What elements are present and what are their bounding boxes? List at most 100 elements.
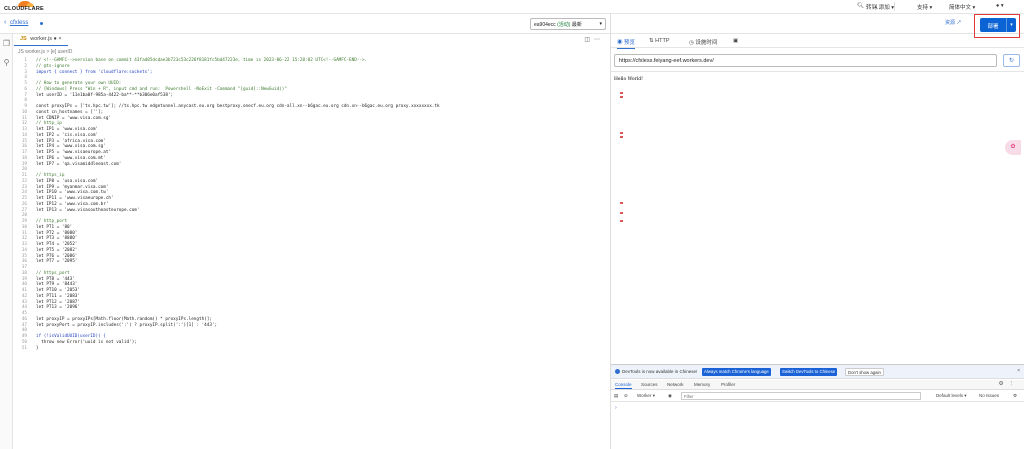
line-number: 51 — [21, 345, 27, 351]
code-text: // <!--GAMFC-->version base on commit 43… — [36, 58, 368, 63]
activity-bar: ❐ ⚲ — [0, 34, 13, 449]
code-text: let IP7 = 'qa.visamiddleeast.com' — [36, 161, 122, 167]
caret-down-icon: ▾ — [929, 5, 933, 11]
tab-preview[interactable]: ◉ 预览 — [617, 38, 636, 49]
code-text: // http_port — [36, 219, 68, 224]
dont-show-button[interactable]: Don't show again — [845, 368, 884, 376]
tab-schedule[interactable]: ◷ 设施时间 — [689, 38, 717, 46]
code-text: let PT8 = '443' — [36, 276, 75, 282]
language-menu[interactable]: 简体中文 ▾ — [949, 3, 975, 11]
version-select[interactable]: ea904ecc (活动) 最新 ▾ — [530, 18, 606, 30]
filter-input[interactable] — [681, 392, 921, 400]
eye-icon: ◉ — [617, 40, 623, 46]
language-notice: DevTools is now available in Chinese! Al… — [611, 365, 1024, 379]
support-menu[interactable]: 支持 ▾ — [917, 3, 932, 11]
terminal-icon[interactable]: ▣ — [733, 38, 738, 44]
clear-console-icon[interactable]: ⊘ — [624, 393, 628, 399]
resources-link[interactable]: 资源 ↗ — [945, 19, 961, 26]
caret-down-icon: ▾ — [891, 5, 895, 11]
close-icon[interactable]: × — [58, 36, 61, 42]
switch-chinese-button[interactable]: Switch DevTools to Chinese — [780, 368, 838, 376]
more-icon[interactable]: ⋯ — [594, 37, 604, 43]
caret-down-icon: ▾ — [972, 5, 976, 11]
code-text: let PT2 = '8080' — [36, 230, 78, 236]
code-text: let IP10 = 'www.visa.com.tw' — [36, 190, 109, 196]
preview-tabs: ◉ 预览 ⇅ HTTP ◷ 设施时间 ▣ — [611, 34, 1024, 49]
gear-icon[interactable]: ⚙ — [1013, 393, 1017, 399]
code-editor[interactable]: JS worker.js ● × ◫⋯ JS worker.js > [e] u… — [14, 34, 623, 449]
tab-sources[interactable]: Sources — [641, 382, 658, 387]
cloudflare-logo[interactable]: CLOUDFLARE — [4, 1, 48, 12]
search-icon[interactable]: ⚲ — [2, 58, 11, 67]
arrows-icon: ⇅ — [649, 38, 654, 44]
devtools-tabs: Console Sources Network Memory Profiler … — [611, 380, 1024, 390]
code-text: // http_ip — [36, 121, 62, 127]
deploy-options-caret-icon[interactable]: ▾ — [1006, 18, 1016, 32]
code-text: let PT5 = '2082' — [36, 247, 78, 253]
code-text: let PT11 = '2083' — [36, 293, 80, 299]
modified-dot: ● — [53, 36, 57, 42]
code-text: let proxyIP = proxyIPs[Math.floor(Math.r… — [36, 316, 212, 322]
user-icon: ● — [996, 3, 1000, 9]
code-text: let IP1 = 'www.visa.com' — [36, 127, 99, 132]
clock-icon: ◷ — [689, 40, 694, 46]
user-menu[interactable]: ● ▾ — [996, 3, 1004, 9]
add-menu[interactable]: + 添加 ▾ — [874, 3, 894, 11]
code-text: // @ts-ignore — [36, 63, 70, 69]
files-icon[interactable]: ❐ — [2, 39, 11, 48]
code-text: let PT3 = '8880' — [36, 236, 78, 242]
tab-http[interactable]: ⇅ HTTP — [649, 38, 670, 44]
caret-down-icon: ▾ — [964, 393, 967, 398]
worker-name-link[interactable]: cfxless — [10, 20, 28, 26]
split-editor-icon[interactable]: ◫ — [584, 37, 594, 43]
gear-icon[interactable]: ⚙ — [999, 381, 1009, 387]
tab-memory[interactable]: Memory — [694, 382, 710, 387]
preview-output: Hello World! — [614, 77, 643, 82]
console-prompt-icon[interactable]: › — [615, 405, 617, 411]
context-select[interactable]: Worker ▾ — [637, 393, 655, 399]
close-icon[interactable]: × — [1017, 368, 1020, 374]
code-text: let PT9 = '8443' — [36, 282, 78, 288]
search-icon[interactable]: 🔍︎ — [857, 3, 864, 9]
chevron-down-icon: ▾ — [599, 21, 602, 27]
issues-label: No Issues — [979, 393, 1000, 398]
code-text: let PT7 = '2095' — [36, 259, 78, 265]
code-text: let IP8 = 'usa.visa.com' — [36, 178, 99, 184]
always-match-button[interactable]: Always match Chrome's language — [702, 368, 771, 376]
code-line[interactable]: 51} — [14, 346, 610, 352]
editor-actions: ◫⋯ — [584, 36, 604, 43]
code-text: // [Windows] Press "Win + R", input cmd … — [36, 86, 287, 92]
devtools-panel: DevTools is now available in Chinese! Al… — [611, 364, 1024, 449]
tab-network[interactable]: Network — [667, 382, 684, 387]
code-text: let IP11 = 'www.visaeurope.ch' — [36, 196, 114, 201]
deploy-button[interactable]: 部署 — [980, 18, 1006, 32]
code-text: let IP12 = 'www.visa.com.br' — [36, 201, 109, 207]
breadcrumb: JS worker.js > [e] userID — [18, 49, 73, 55]
divider — [894, 2, 895, 11]
code-text: let proxyPort = proxyIP.includes(':') ? … — [36, 322, 218, 328]
code-lines[interactable]: 1// <!--GAMFC-->version base on commit 4… — [14, 58, 610, 351]
caret-down-icon: ▾ — [1000, 3, 1004, 9]
back-arrow-icon[interactable]: ‹ — [4, 19, 6, 26]
code-text: let PT10 = '2053' — [36, 288, 80, 293]
levels-select[interactable]: Default levels ▾ — [936, 393, 967, 399]
info-icon — [615, 369, 620, 374]
eye-icon[interactable]: ◉ — [668, 393, 672, 399]
file-tab-worker-js[interactable]: JS worker.js ● × — [14, 34, 68, 46]
code-text: let PT13 = '2096' — [36, 305, 80, 311]
caret-down-icon: ▾ — [652, 393, 655, 398]
code-text: let IP13 = 'www.visasoutheasteurope.com' — [36, 207, 140, 213]
preview-url-input[interactable]: https://cfxless.feiyang-eef.workers.dev/ — [614, 54, 997, 67]
code-text: let PT12 = '2087' — [36, 299, 80, 305]
assistant-bubble-icon[interactable]: ✿ — [1005, 140, 1021, 155]
refresh-icon[interactable]: ↻ — [1003, 54, 1020, 67]
devtools-actions: ⚙⋮ — [999, 381, 1019, 387]
code-text: let CDNIP = 'www.visa.com.sg' — [36, 115, 112, 121]
unsaved-dot — [40, 22, 43, 25]
tab-profiler[interactable]: Profiler — [721, 382, 735, 387]
sidebar-toggle-icon[interactable]: ▤ — [614, 393, 618, 399]
tab-console[interactable]: Console — [615, 382, 632, 389]
code-text: let userID = '11e1ba0f-985a-4422-ba**-**… — [36, 92, 174, 98]
more-icon[interactable]: ⋮ — [1009, 381, 1020, 387]
code-text: } — [36, 345, 39, 351]
